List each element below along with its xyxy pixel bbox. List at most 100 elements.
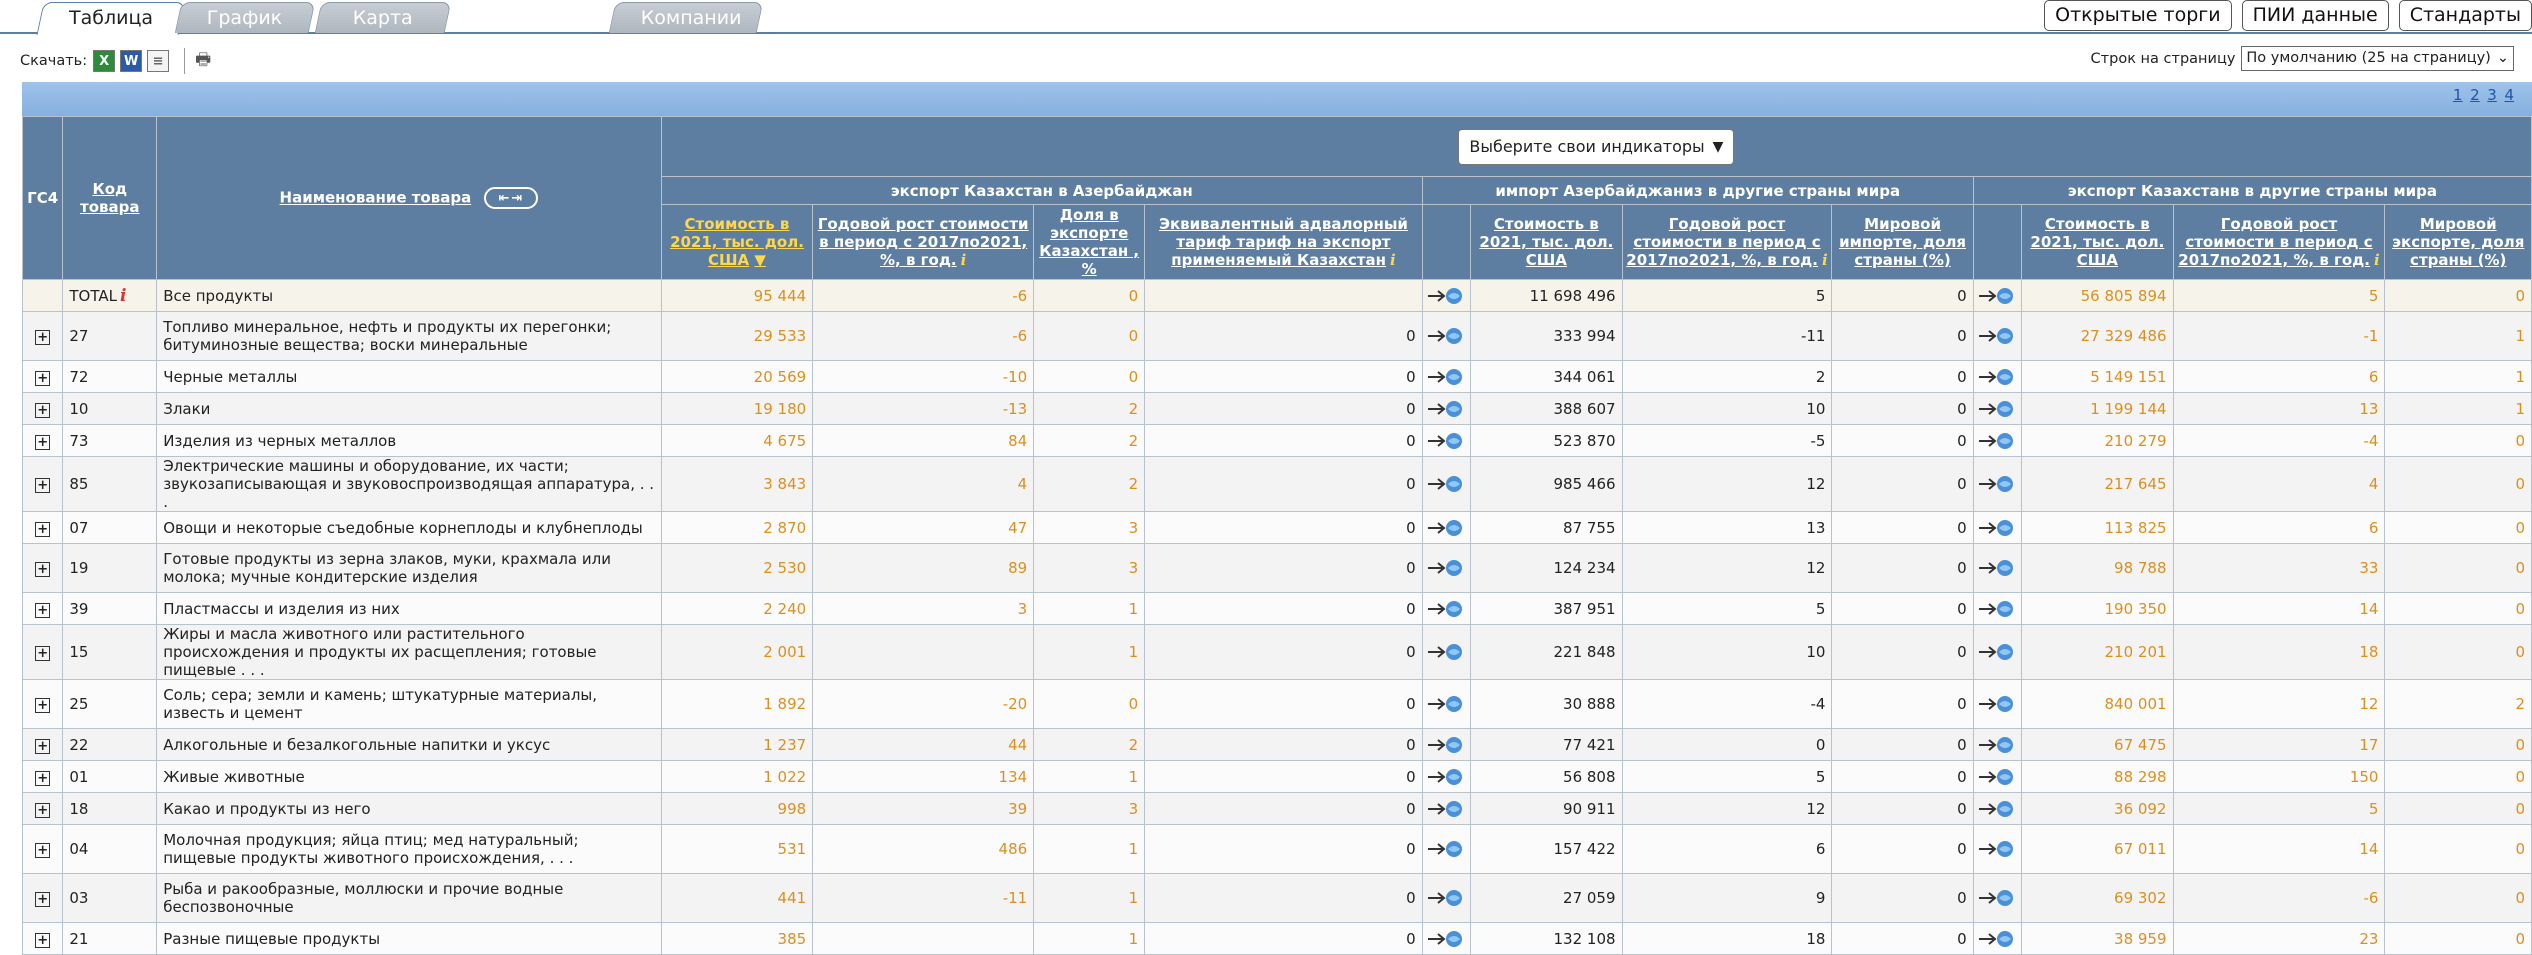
g3-growth[interactable]: -6 bbox=[2172, 873, 2386, 923]
text-file-icon[interactable]: ≡ bbox=[147, 50, 170, 72]
g3-share[interactable]: 1 bbox=[2384, 392, 2532, 425]
g3-value[interactable]: 217 645 bbox=[2021, 456, 2174, 512]
flow-arrow-globe-icon[interactable] bbox=[1421, 392, 1472, 425]
expand-plus-icon[interactable]: + bbox=[35, 402, 51, 418]
info-icon[interactable]: i bbox=[120, 286, 126, 306]
g3-share[interactable]: 0 bbox=[2384, 792, 2532, 825]
g3-share[interactable]: 0 bbox=[2384, 922, 2532, 955]
g3-value[interactable]: 36 092 bbox=[2021, 792, 2174, 825]
expand-plus-icon[interactable]: + bbox=[35, 698, 51, 713]
g1-value[interactable]: 531 bbox=[660, 824, 814, 874]
table-row[interactable]: +73 Изделия из черных металлов 4 675 84 2 0 52… bbox=[21, 424, 2532, 457]
g1-value[interactable]: 2 870 bbox=[660, 511, 814, 544]
flow-arrow-globe-icon[interactable] bbox=[1972, 824, 2023, 874]
g1-growth[interactable] bbox=[812, 922, 1035, 955]
g3-share[interactable]: 2 bbox=[2384, 679, 2532, 729]
expand-plus-icon[interactable]: + bbox=[35, 602, 51, 618]
table-row[interactable]: +27 Топливо минеральное, нефть и продукты… bbox=[21, 311, 2532, 361]
g3-value[interactable]: 190 350 bbox=[2021, 592, 2174, 625]
flow-arrow-globe-icon[interactable] bbox=[1972, 424, 2023, 457]
g1-share[interactable]: 0 bbox=[1033, 279, 1146, 312]
g1-share[interactable]: 1 bbox=[1033, 824, 1146, 874]
g1-value[interactable]: 385 bbox=[660, 922, 814, 955]
g1-share[interactable]: 0 bbox=[1033, 679, 1146, 729]
expand-plus-icon[interactable]: + bbox=[35, 646, 51, 661]
word-icon[interactable]: W bbox=[120, 50, 143, 72]
g3-value[interactable]: 69 302 bbox=[2021, 873, 2174, 923]
flow-arrow-globe-icon[interactable] bbox=[1421, 624, 1472, 680]
expand-plus-icon[interactable]: + bbox=[35, 370, 51, 386]
g1-share[interactable]: 1 bbox=[1033, 873, 1146, 923]
g3-share[interactable]: 0 bbox=[2384, 543, 2532, 593]
g3-growth[interactable]: 12 bbox=[2172, 679, 2386, 729]
g1-growth[interactable]: 89 bbox=[812, 543, 1035, 593]
tab-table[interactable]: Таблица bbox=[36, 2, 186, 35]
g1-share[interactable]: 2 bbox=[1033, 728, 1146, 761]
select-indicators-button[interactable]: Выберите свои индикаторы ▼ bbox=[1458, 128, 1735, 165]
g1-growth[interactable]: -6 bbox=[812, 279, 1035, 312]
expand-plus-icon[interactable]: + bbox=[35, 521, 51, 537]
g3-growth[interactable]: 6 bbox=[2172, 511, 2386, 544]
g3-value[interactable]: 210 201 bbox=[2021, 624, 2174, 680]
expand-plus-icon[interactable]: + bbox=[35, 330, 51, 345]
g3-value[interactable]: 67 475 bbox=[2021, 728, 2174, 761]
table-row[interactable]: +21 Разные пищевые продукты 385 1 0 132 108 18… bbox=[21, 922, 2532, 955]
g3-growth[interactable]: 13 bbox=[2172, 392, 2386, 425]
expand-plus-icon[interactable]: + bbox=[35, 562, 51, 577]
column-header-g2-value[interactable]: Стоимость в 2021, тыс. дол. США bbox=[1470, 204, 1623, 280]
g1-growth[interactable]: -10 bbox=[812, 360, 1035, 393]
column-header-g3-share[interactable]: Мировой экспорте, доля страны (%) bbox=[2384, 204, 2532, 280]
g3-share[interactable]: 0 bbox=[2384, 728, 2532, 761]
tab-companies[interactable]: Компании bbox=[608, 2, 764, 33]
g1-growth[interactable]: 134 bbox=[812, 760, 1035, 793]
g3-share[interactable]: 0 bbox=[2384, 824, 2532, 874]
print-icon[interactable]: 🖶 bbox=[195, 47, 211, 76]
flow-arrow-globe-icon[interactable] bbox=[1972, 511, 2023, 544]
tab-chart[interactable]: График bbox=[174, 2, 316, 33]
g1-growth[interactable]: -11 bbox=[812, 873, 1035, 923]
g1-value[interactable]: 20 569 bbox=[660, 360, 814, 393]
g3-share[interactable]: 1 bbox=[2384, 311, 2532, 361]
g1-share[interactable]: 1 bbox=[1033, 760, 1146, 793]
g3-growth[interactable]: 14 bbox=[2172, 592, 2386, 625]
column-header-g1-value[interactable]: Стоимость в 2021, тыс. дол. США ▼ bbox=[660, 204, 814, 280]
g1-share[interactable]: 3 bbox=[1033, 792, 1146, 825]
g1-growth[interactable] bbox=[812, 624, 1035, 680]
column-header-code[interactable]: Код товара bbox=[62, 116, 158, 280]
g3-value[interactable]: 67 011 bbox=[2021, 824, 2174, 874]
g1-growth[interactable]: 44 bbox=[812, 728, 1035, 761]
g1-value[interactable]: 3 843 bbox=[660, 456, 814, 512]
info-icon[interactable]: i bbox=[1822, 251, 1828, 269]
page-link-4[interactable]: 4 bbox=[2504, 86, 2514, 104]
g1-growth[interactable]: 39 bbox=[812, 792, 1035, 825]
open-tenders-button[interactable]: Открытые торги bbox=[2044, 0, 2232, 31]
g1-share[interactable]: 1 bbox=[1033, 922, 1146, 955]
flow-arrow-globe-icon[interactable] bbox=[1421, 360, 1472, 393]
g3-growth[interactable]: 4 bbox=[2172, 456, 2386, 512]
g1-share[interactable]: 0 bbox=[1033, 360, 1146, 393]
g1-share[interactable]: 2 bbox=[1033, 424, 1146, 457]
g3-share[interactable]: 0 bbox=[2384, 424, 2532, 457]
g3-growth[interactable]: 150 bbox=[2172, 760, 2386, 793]
table-row[interactable]: +18 Какао и продукты из него 998 39 3 0 90 911… bbox=[21, 792, 2532, 825]
g1-value[interactable]: 4 675 bbox=[660, 424, 814, 457]
g3-growth[interactable]: -4 bbox=[2172, 424, 2386, 457]
flow-arrow-globe-icon[interactable] bbox=[1972, 679, 2023, 729]
flow-arrow-globe-icon[interactable] bbox=[1972, 543, 2023, 593]
g3-growth[interactable]: 5 bbox=[2172, 792, 2386, 825]
flow-arrow-globe-icon[interactable] bbox=[1421, 424, 1472, 457]
table-row[interactable]: +72 Черные металлы 20 569 -10 0 0 344 061 2 0 5 1… bbox=[21, 360, 2532, 393]
column-header-g1-share[interactable]: Доля в экспорте Казахстан , % bbox=[1033, 204, 1146, 280]
table-row[interactable]: +03 Рыба и ракообразные, моллюски и прочи… bbox=[21, 873, 2532, 923]
column-header-g2-growth[interactable]: Годовой рост стоимости в период с 2017по… bbox=[1621, 204, 1833, 280]
table-row[interactable]: +39 Пластмассы и изделия из них 2 240 3 1 0 38… bbox=[21, 592, 2532, 625]
info-icon[interactable]: i bbox=[961, 251, 967, 269]
flow-arrow-globe-icon[interactable] bbox=[1421, 873, 1472, 923]
g3-share[interactable]: 1 bbox=[2384, 360, 2532, 393]
g1-value[interactable]: 19 180 bbox=[660, 392, 814, 425]
page-link-2[interactable]: 2 bbox=[2470, 86, 2480, 104]
expand-plus-icon[interactable]: + bbox=[35, 434, 51, 450]
flow-arrow-globe-icon[interactable] bbox=[1972, 760, 2023, 793]
expand-plus-icon[interactable]: + bbox=[35, 478, 51, 493]
flow-arrow-globe-icon[interactable] bbox=[1972, 792, 2023, 825]
